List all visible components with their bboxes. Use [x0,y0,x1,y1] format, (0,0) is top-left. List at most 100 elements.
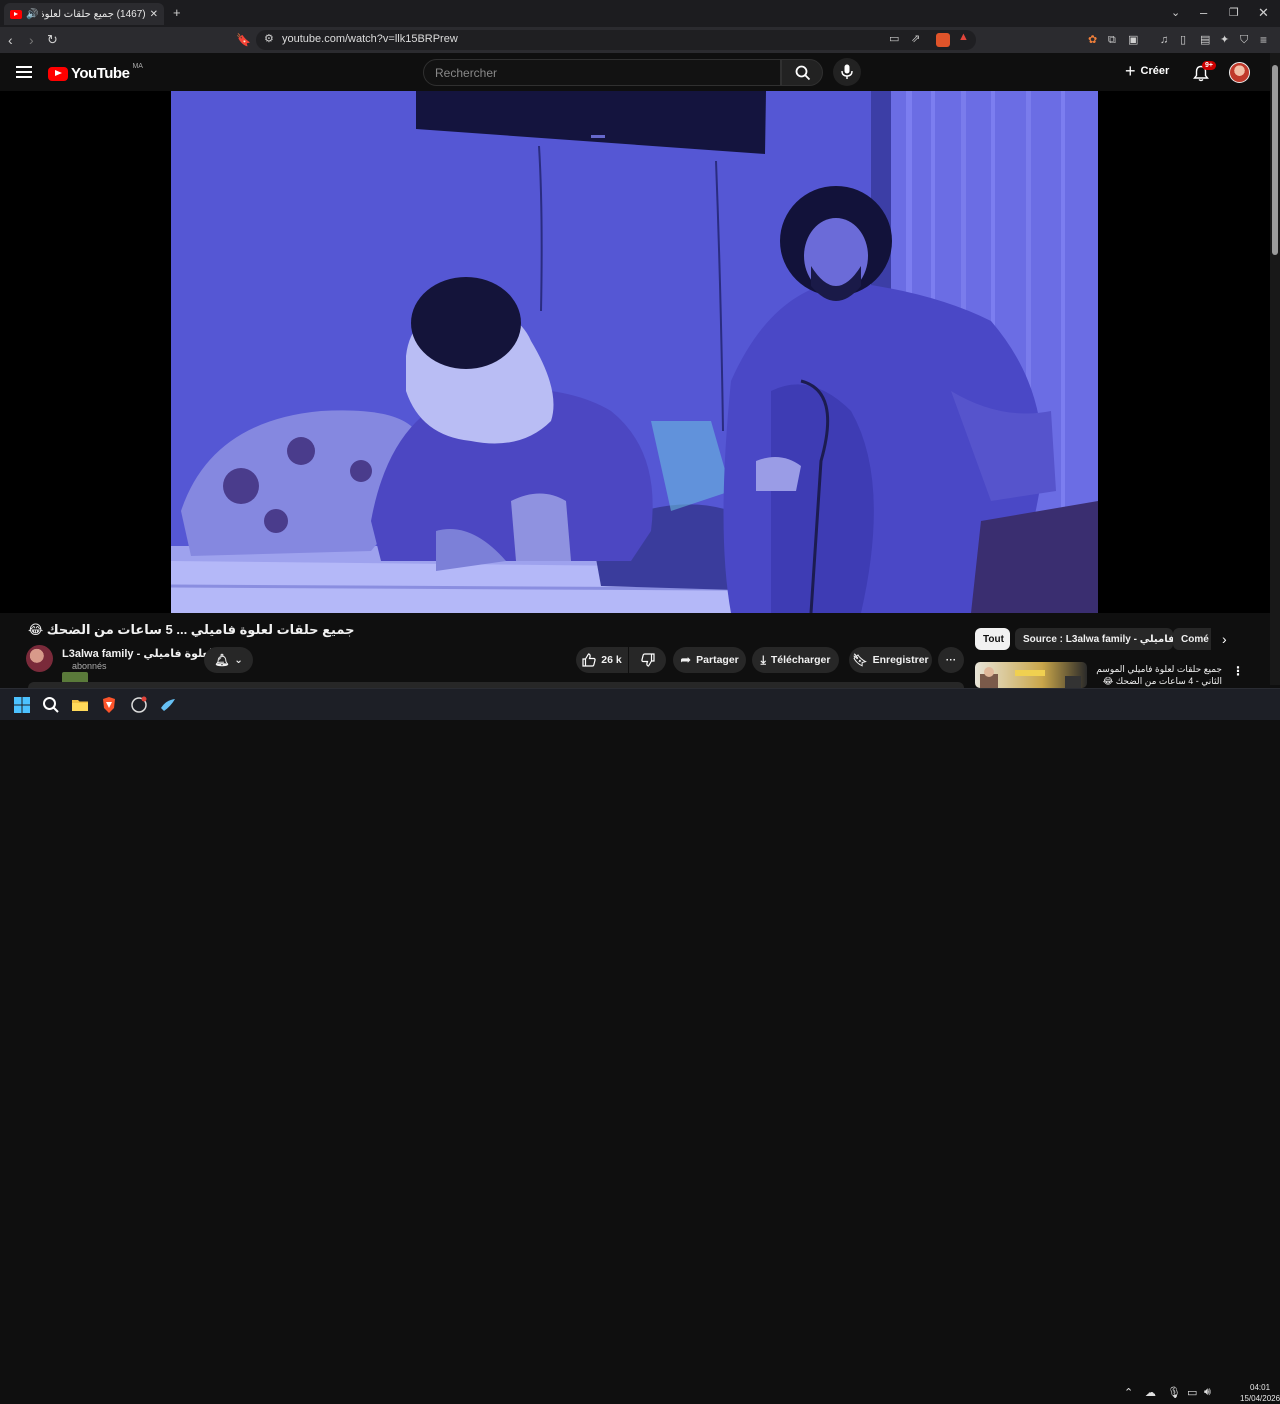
share-page-icon[interactable]: ⇗ [911,32,920,45]
window-close-icon[interactable]: ✕ [1258,5,1269,21]
address-bar[interactable]: ⚙ youtube.com/watch?v=llk15BRPrew ▭ ⇗ ▲ [256,30,976,50]
share-button[interactable]: ➦ Partager [673,647,746,673]
download-button[interactable]: ⤓ Télécharger [752,647,839,673]
wallet-icon[interactable]: ▤ [1200,31,1210,49]
guide-menu-icon[interactable] [16,66,32,78]
browser-tab-strip: 🔊 (1467) جميع حلقات لعلوة ✕ + ⌄ – ❐ ✕ [0,0,1280,27]
media-icon[interactable]: ♫ [1160,31,1168,49]
channel-name[interactable]: L3alwa family - لعلوة فاميلي ✔ [62,647,223,660]
recommendation-menu-icon[interactable]: ⋮ [1232,664,1244,678]
search-box[interactable] [423,59,781,86]
thumbs-up-icon [582,653,596,667]
tray-microphone-icon[interactable]: 🎙︎ [1167,1386,1181,1399]
video-frame[interactable] [171,91,1098,613]
speaker-icon[interactable]: 🔊 [26,9,38,20]
chevron-down-icon: ⌄ [234,654,243,666]
youtube-favicon-icon [10,9,22,19]
notifications-button[interactable]: 9+ [1193,61,1216,83]
tray-overflow-chevron-icon[interactable]: ⌃ [1124,1386,1133,1399]
youtube-logo[interactable]: YouTube MA [48,63,143,82]
forward-icon[interactable]: › [29,31,34,49]
steam-icon[interactable] [159,696,177,714]
github-desktop-icon[interactable] [130,696,148,714]
thumbnail-image [980,667,1081,688]
clock-date: 15/04/2026 [1240,1394,1280,1403]
search-button[interactable] [781,59,823,86]
back-icon[interactable]: ‹ [8,31,13,49]
region-code: MA [132,63,143,70]
bookmark-icon[interactable]: 🔖 [236,31,251,49]
brave-rewards-icon[interactable]: ▲ [958,31,969,43]
download-icon: ⤓ [760,652,766,667]
microphone-icon [841,64,853,79]
video-scene-image [171,91,1098,613]
create-button[interactable]: + Créer [1125,61,1170,81]
extension-icon[interactable]: ✿ [1088,31,1097,49]
scrollbar-thumb[interactable] [1272,65,1278,255]
chip-comedy[interactable]: Comé [1173,628,1211,650]
file-explorer-icon[interactable] [71,696,89,714]
search-icon [795,65,811,81]
extensions-puzzle-icon[interactable]: ⧉ [1108,31,1116,49]
reload-icon[interactable]: ↻ [47,31,58,49]
chip-source[interactable]: Source : L3alwa family - لعلوة فاميلي [1015,628,1173,650]
video-player[interactable] [0,91,1270,613]
thumbs-down-icon [640,653,655,667]
clock-time: 04:01 [1250,1383,1271,1392]
page-scrollbar[interactable] [1270,53,1280,685]
plus-icon: + [1125,61,1136,81]
browser-tab-active[interactable]: 🔊 (1467) جميع حلقات لعلوة ✕ [4,3,164,25]
subscriber-count-text: abonnés [72,661,107,671]
vpn-shield-icon[interactable]: ⛉ [1240,31,1248,49]
voice-search-button[interactable] [833,58,861,86]
bell-outline-icon: 🔔︎ [214,653,230,667]
subscriber-count: abonnés [62,661,107,671]
youtube-play-logo-icon [48,66,68,81]
like-button[interactable]: 26 k [576,647,628,673]
chips-next-chevron-icon[interactable]: › [1222,631,1227,647]
restore-icon[interactable]: ❐ [1229,5,1239,21]
browser-toolbar: ‹ › ↻ 🔖 ⚙ youtube.com/watch?v=llk15BRPre… [0,27,1280,53]
brave-browser-icon[interactable] [100,696,118,714]
tab-title: (1467) جميع حلقات لعلوة [42,8,146,20]
search-input[interactable] [424,60,780,85]
more-actions-button[interactable]: ··· [938,647,964,673]
share-label: Partager [696,654,739,666]
channel-avatar[interactable] [26,645,53,672]
minimize-icon[interactable]: – [1200,5,1207,21]
recommended-video-title[interactable]: جميع حلقات لعلوة فاميلي الموسم الثاني - … [1092,663,1222,687]
chip-all[interactable]: Tout [975,628,1010,650]
windows-start-icon[interactable] [13,696,31,714]
youtube-wordmark: YouTube [71,65,130,82]
dislike-button[interactable] [629,647,666,673]
system-clock[interactable]: 04:01 15/04/2026 [1240,1382,1280,1404]
volume-icon[interactable]: 🔊︎ [1204,1386,1211,1399]
screenshot-icon[interactable]: ▣ [1128,31,1138,49]
subscription-bell-button[interactable]: 🔔︎ ⌄ [204,647,253,673]
new-tab-button[interactable]: + [173,5,181,21]
site-info-icon[interactable]: ⚙ [264,32,274,45]
tray-app-icon[interactable]: ☁ [1145,1386,1156,1399]
video-title: جميع حلقات لعلوة فاميلي ... 5 ساعات من ا… [28,622,355,637]
save-playlist-icon: 🔖︎ [852,653,868,667]
download-label: Télécharger [770,654,831,666]
create-label: Créer [1140,65,1170,77]
save-button[interactable]: 🔖︎ Enregistrer [849,647,932,673]
tab-search-chevron-icon[interactable]: ⌄ [1171,5,1180,21]
tab-close-icon[interactable]: ✕ [150,9,158,20]
cast-icon[interactable]: ▭ [889,32,899,45]
os-taskbar: ⌃ ☁ 🎙︎ ▭ 🔊︎ 04:01 15/04/2026 [0,688,1280,1403]
youtube-header: YouTube MA + Créer 9+ [0,53,1270,91]
account-avatar[interactable] [1229,62,1250,83]
more-horizontal-icon: ··· [945,654,957,666]
leo-ai-icon[interactable]: ✦ [1220,31,1229,49]
menu-icon[interactable]: ≡ [1260,31,1267,49]
save-label: Enregistrer [872,654,929,666]
share-arrow-icon: ➦ [680,652,692,667]
sidebar-icon[interactable]: ▯ [1180,31,1186,49]
brave-shields-icon[interactable] [936,33,950,47]
taskbar-search-icon[interactable] [42,696,60,714]
notification-count-badge: 9+ [1202,61,1216,70]
recommended-video-thumbnail[interactable] [975,662,1087,688]
network-icon[interactable]: ▭ [1187,1386,1197,1399]
